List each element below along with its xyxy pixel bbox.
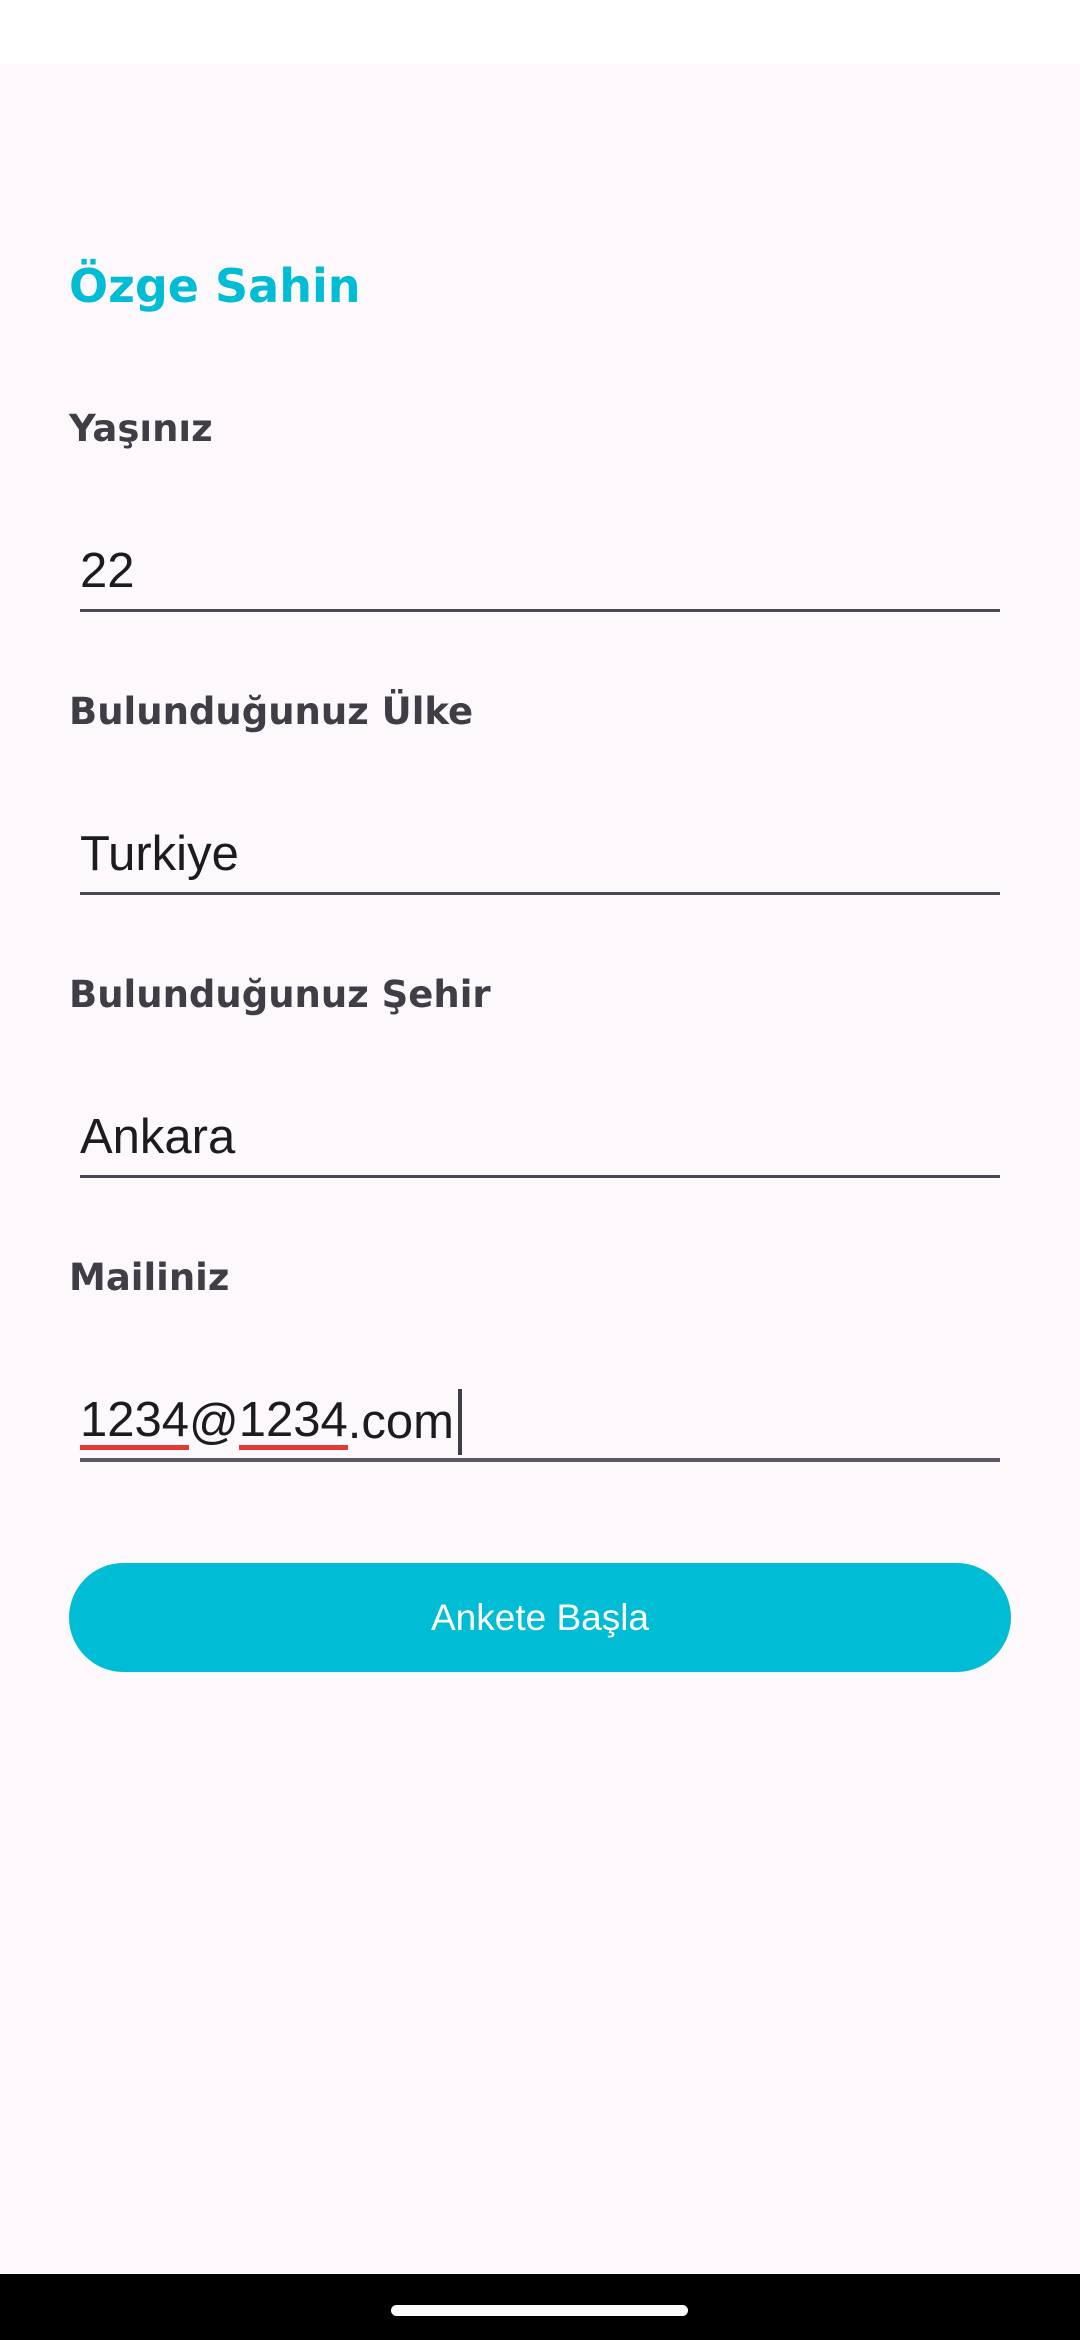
- page-title: Özge Sahin: [69, 259, 361, 313]
- email-text-part: 1234: [80, 1395, 190, 1450]
- email-text-part: @: [189, 1395, 239, 1449]
- country-input[interactable]: [80, 815, 1000, 892]
- age-label: Yaşınız: [69, 407, 213, 450]
- city-input[interactable]: [80, 1098, 1000, 1175]
- city-field[interactable]: [80, 1098, 1000, 1178]
- status-bar: [0, 0, 1080, 64]
- email-text-part: 1234: [238, 1395, 348, 1450]
- text-cursor: [457, 1389, 462, 1455]
- email-label: Mailiniz: [69, 1256, 230, 1299]
- email-input[interactable]: 1234 @1234 .com: [80, 1382, 462, 1462]
- age-input[interactable]: [80, 532, 1000, 609]
- start-survey-button[interactable]: Ankete Başla: [69, 1563, 1011, 1672]
- home-indicator[interactable]: [391, 2305, 688, 2316]
- city-label: Bulunduğunuz Şehir: [69, 973, 491, 1016]
- age-field[interactable]: [80, 532, 1000, 612]
- country-label: Bulunduğunuz Ülke: [69, 690, 474, 733]
- email-field[interactable]: 1234 @1234 .com: [80, 1382, 1000, 1462]
- email-text-part: .com: [347, 1395, 454, 1449]
- country-field[interactable]: [80, 815, 1000, 895]
